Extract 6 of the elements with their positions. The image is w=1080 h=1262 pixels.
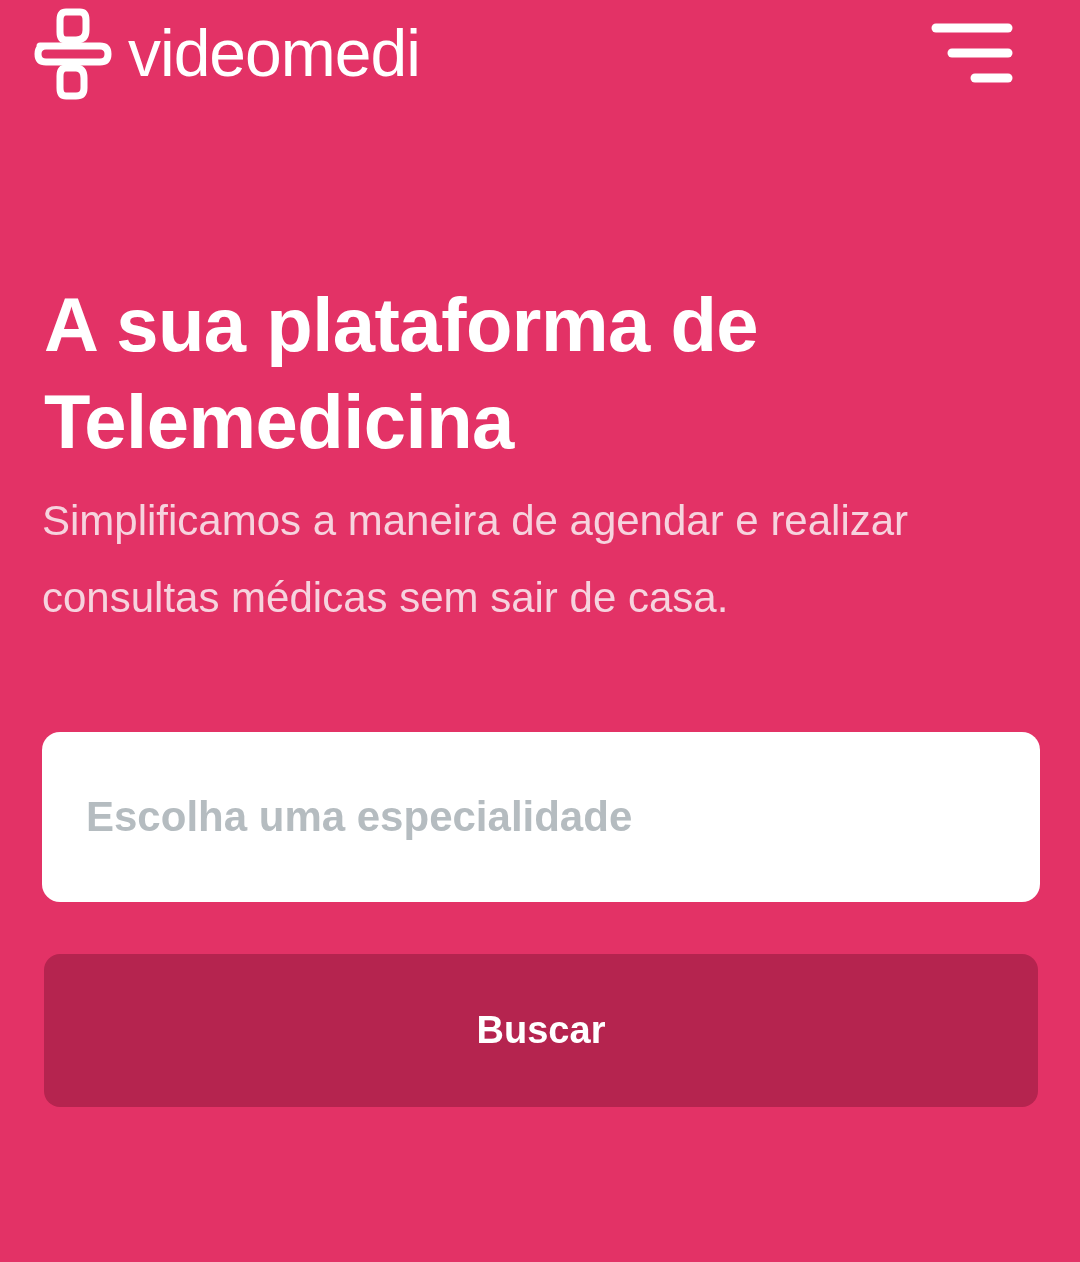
search-button[interactable]: Buscar (44, 954, 1038, 1107)
brand-name: videomedi (128, 20, 420, 86)
logo-icon (32, 6, 114, 100)
specialty-field[interactable]: Escolha uma especialidade (42, 732, 1040, 902)
hero-title: A sua plataforma de Telemedicina (44, 281, 760, 466)
hero-subtitle: Simplificamos a maneira de agendar e realizar consultas médicas sem sair de casa. (42, 496, 910, 623)
